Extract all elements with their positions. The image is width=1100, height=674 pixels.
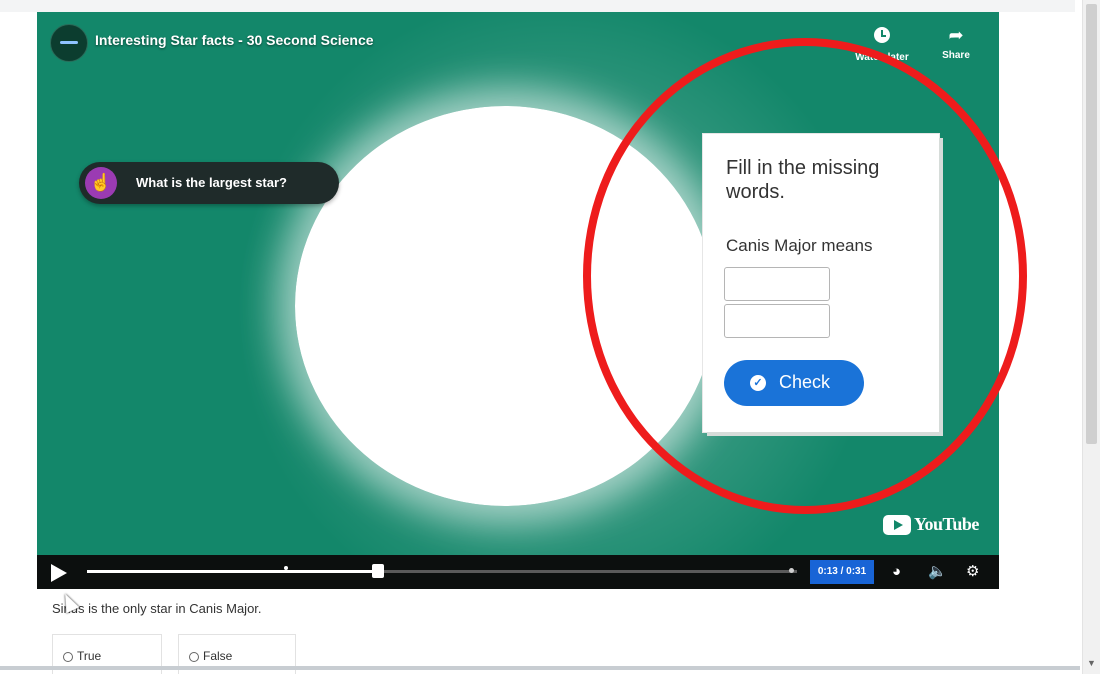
watch-later-label: Watch later [855, 52, 909, 63]
radio-true[interactable] [63, 652, 73, 662]
bottom-border [0, 666, 1080, 670]
volume-icon[interactable]: 🔈 [928, 562, 947, 582]
blank-input-2[interactable] [724, 304, 830, 338]
blank-input-1[interactable] [724, 267, 830, 301]
scroll-thumb[interactable] [1086, 4, 1097, 444]
youtube-play-icon [883, 514, 911, 535]
hotspot-text: What is the largest star? [136, 175, 287, 190]
progress-handle[interactable] [372, 564, 385, 578]
true-false-statement: Sirius is the only star in Canis Major. [52, 601, 262, 616]
time-display: 0:13 / 0:31 [810, 560, 874, 584]
video-player[interactable]: Interesting Star facts - 30 Second Scien… [37, 12, 999, 589]
page: Interesting Star facts - 30 Second Scien… [0, 0, 1100, 674]
hotspot-question[interactable]: ☝ What is the largest star? [79, 162, 339, 204]
option-true-label: True [77, 649, 102, 663]
scrollbar[interactable]: ▼ [1082, 0, 1100, 674]
pointer-hand-icon: ☝ [85, 167, 117, 199]
channel-avatar[interactable] [50, 24, 88, 62]
play-icon[interactable] [51, 564, 67, 582]
clock-icon [847, 24, 917, 48]
share-button[interactable]: ➦ Share [921, 24, 991, 61]
progress-bar[interactable] [87, 564, 797, 578]
scroll-down-arrow-icon[interactable]: ▼ [1087, 659, 1096, 668]
player-controls: 0:13 / 0:31 ◕ 🔈 ⚙ [37, 555, 999, 589]
youtube-label: YouTube [914, 514, 979, 534]
share-label: Share [942, 50, 970, 61]
fill-in-blanks-panel: Fill in the missing words. Canis Major m… [703, 134, 939, 432]
video-title[interactable]: Interesting Star facts - 30 Second Scien… [95, 32, 374, 48]
speed-icon[interactable]: ◕ [892, 562, 901, 582]
star-image [295, 106, 715, 506]
settings-icon[interactable]: ⚙ [966, 562, 979, 582]
fib-question: Canis Major means [726, 236, 873, 255]
youtube-logo[interactable]: YouTube [883, 514, 979, 538]
option-false-label: False [203, 649, 233, 663]
fib-title: Fill in the missing words. [726, 157, 880, 203]
top-strip [0, 0, 1075, 12]
watch-later-button[interactable]: Watch later [847, 24, 917, 63]
progress-end-dot [789, 568, 794, 573]
chapter-marker [283, 566, 288, 570]
check-button[interactable]: ✓ Check [724, 360, 864, 406]
checkmark-icon: ✓ [750, 375, 766, 391]
share-icon: ➦ [948, 25, 964, 45]
check-label: Check [779, 372, 831, 392]
radio-false[interactable] [189, 652, 199, 662]
progress-fill [87, 570, 379, 573]
